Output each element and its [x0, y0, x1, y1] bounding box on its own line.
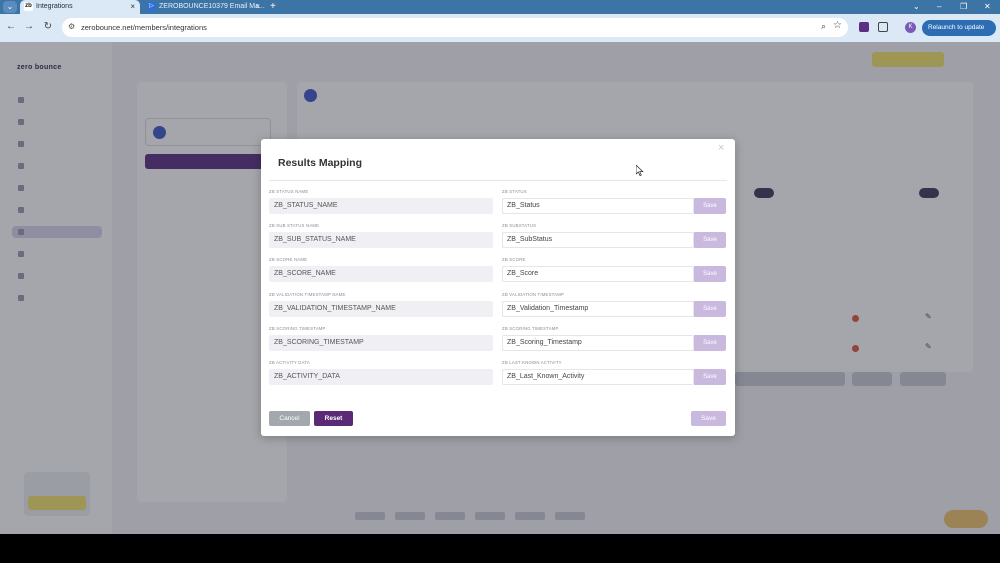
zb-favicon-icon: zb — [24, 1, 33, 11]
play-favicon-icon: ▷ — [147, 1, 156, 11]
address-url[interactable]: zerobounce.net/members/integrations — [81, 18, 207, 37]
tab-title: ZEROBOUNCE10379 Email Ma... — [159, 3, 265, 10]
mapped-field-input[interactable]: ZB_Last_Known_Activity — [502, 369, 694, 385]
left-field-label: ZB SCORE NAME — [269, 257, 308, 263]
modal-title: Results Mapping — [278, 157, 363, 169]
reset-button[interactable]: Reset — [314, 411, 353, 426]
right-field-label: ZB SCORING TIMESTAMP — [502, 325, 559, 331]
search-icon[interactable]: ⌕ — [821, 21, 826, 32]
minimize-icon[interactable]: – — [937, 0, 941, 13]
right-field-label: ZB LAST KNOWN ACTIVITY — [502, 360, 562, 365]
mapped-field-input[interactable]: ZB_SubStatus — [502, 232, 694, 249]
source-field-input[interactable]: ZB_SUB_STATUS_NAME — [269, 232, 493, 249]
tab-integrations[interactable]: zb Integrations × — [20, 0, 140, 14]
divider — [269, 180, 727, 181]
left-field-label: ZB SCORING TIMESTAMP — [269, 325, 326, 331]
cancel-button[interactable]: Cancel — [269, 411, 310, 426]
row-save-button[interactable]: Save — [694, 300, 726, 317]
mapped-field-input[interactable]: ZB_Status — [502, 198, 694, 214]
address-bar[interactable]: ⚙ zerobounce.net/members/integrations ⌕ … — [62, 18, 848, 37]
video-letterbox-bar — [0, 534, 1000, 563]
row-save-button[interactable]: Save — [694, 266, 726, 283]
new-tab-button[interactable]: + — [270, 0, 276, 13]
left-field-label: ZB ACTIVITY DATA — [269, 360, 310, 365]
reload-icon[interactable]: ↻ — [41, 20, 55, 34]
browser-toolbar: ← → ↻ ⚙ zerobounce.net/members/integrati… — [0, 14, 1000, 42]
source-field-input[interactable]: ZB_SCORING_TIMESTAMP — [269, 334, 493, 351]
mapped-field-input[interactable]: ZB_Validation_Timestamp — [502, 300, 694, 317]
row-save-button[interactable]: Save — [694, 232, 726, 249]
mouse-cursor-icon — [636, 165, 644, 176]
chevron-down-icon: ⌄ — [6, 2, 14, 11]
maximize-icon[interactable]: ❐ — [960, 0, 967, 13]
window-close-icon[interactable]: ✕ — [984, 0, 991, 13]
right-field-label: ZB STATUS — [502, 189, 527, 194]
mapped-field-input[interactable]: ZB_Scoring_Timestamp — [502, 334, 694, 351]
bookmark-star-icon[interactable]: ☆ — [833, 20, 842, 31]
profile-avatar[interactable]: K — [905, 22, 916, 33]
right-field-label: ZB SUBSTATUS — [502, 223, 537, 229]
source-field-input[interactable]: ZB_VALIDATION_TIMESTAMP_NAME — [269, 300, 493, 317]
tab-youtube-video[interactable]: ▷ ZEROBOUNCE10379 Email Ma... × — [143, 0, 265, 14]
mapped-field-input[interactable]: ZB_Score — [502, 266, 694, 283]
tab-close-icon[interactable]: × — [255, 0, 260, 14]
source-field-input[interactable]: ZB_SCORE_NAME — [269, 266, 493, 283]
left-field-label: ZB VALIDATION TIMESTAMP NAME — [269, 291, 346, 297]
tab-list-icon[interactable]: ⌄ — [913, 0, 920, 13]
right-field-label: ZB SCORE — [502, 257, 526, 263]
relaunch-to-update-button[interactable]: Relaunch to update — [922, 20, 996, 36]
browser-tabstrip: ⌄ zb Integrations × ▷ ZEROBOUNCE10379 Emai… — [0, 0, 1000, 14]
screen: ⌄ zb Integrations × ▷ ZEROBOUNCE10379 Emai… — [0, 0, 1000, 534]
site-info-icon[interactable]: ⚙ — [68, 22, 78, 32]
back-arrow-icon[interactable]: ← — [4, 20, 18, 34]
save-button[interactable]: Save — [691, 411, 726, 426]
tab-search-button[interactable]: ⌄ — [3, 1, 17, 13]
row-save-button[interactable]: Save — [694, 334, 726, 351]
tab-close-icon[interactable]: × — [130, 0, 135, 14]
forward-arrow-icon[interactable]: → — [22, 20, 36, 34]
tab-title: Integrations — [36, 3, 73, 10]
source-field-input[interactable]: ZB_STATUS_NAME — [269, 198, 493, 214]
source-field-input[interactable]: ZB_ACTIVITY_DATA — [269, 369, 493, 385]
results-mapping-modal: Results Mapping × ZB STATUS NAME ZB STATU… — [261, 139, 735, 436]
extension-icon[interactable] — [859, 22, 869, 32]
left-field-label: ZB STATUS NAME — [269, 189, 309, 194]
row-save-button[interactable]: Save — [694, 198, 726, 214]
row-save-button[interactable]: Save — [694, 369, 726, 385]
extensions-puzzle-icon[interactable] — [878, 22, 888, 32]
left-field-label: ZB SUB STATUS NAME — [269, 223, 320, 229]
right-field-label: ZB VALIDATION TIMESTAMP — [502, 291, 565, 297]
close-icon[interactable]: × — [718, 142, 724, 154]
